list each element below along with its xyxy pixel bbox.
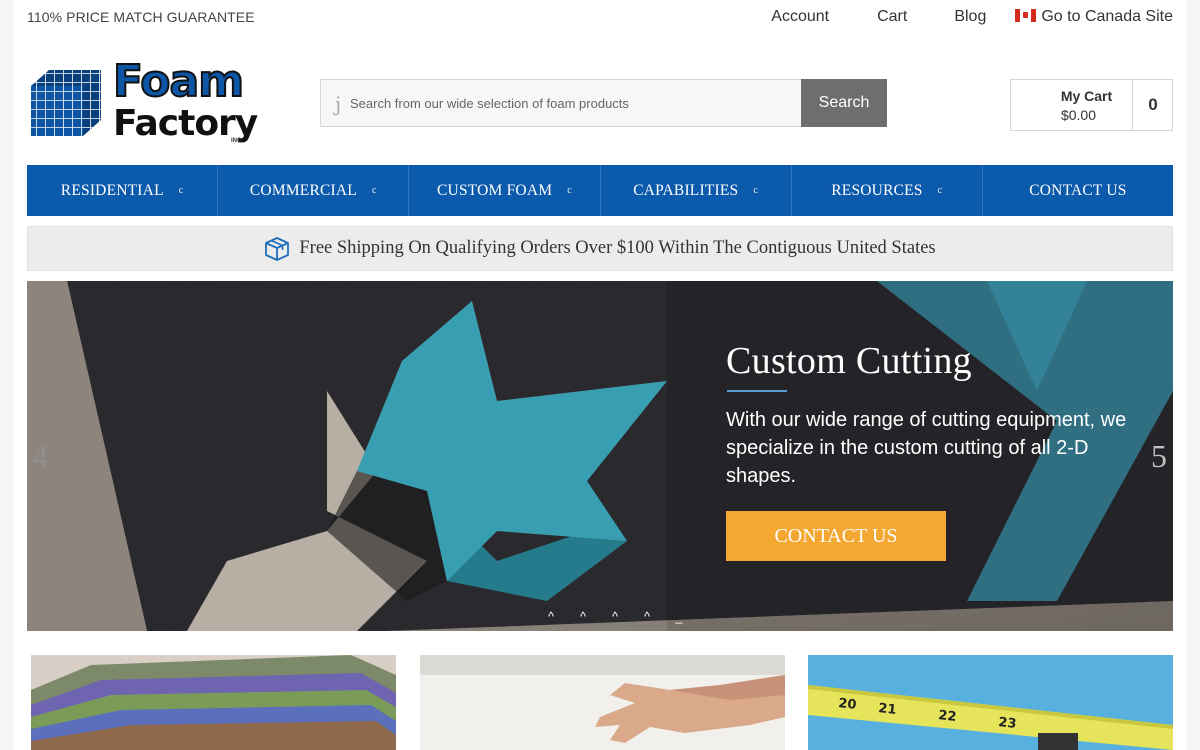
category-tile-custom-measure[interactable]: 20 21 22 23 [808,655,1173,750]
search-bar: j Search [320,79,887,127]
canada-site-link[interactable]: Go to Canada Site [1015,8,1173,26]
free-shipping-text: Free Shipping On Qualifying Orders Over … [299,238,936,258]
slider-prev-arrow[interactable]: 4 [32,438,48,475]
main-nav: RESIDENTIAL c COMMERCIAL c CUSTOM FOAM c CA… [27,165,1173,216]
nav-item-resources[interactable]: RESOURCES c [792,165,983,216]
mini-cart-count: 0 [1132,80,1173,130]
price-match-promo[interactable]: 110% PRICE MATCH GUARANTEE [27,9,255,25]
category-tile-memory-foam[interactable] [420,655,785,750]
chevron-down-icon: c [567,185,572,196]
logo-cube-icon [31,70,101,136]
svg-text:20: 20 [838,696,858,713]
nav-item-contact-us[interactable]: CONTACT US [983,165,1173,216]
nav-item-label: CUSTOM FOAM [437,181,553,199]
search-input[interactable] [349,80,799,126]
nav-item-label: RESIDENTIAL [60,181,164,199]
free-shipping-banner: Free Shipping On Qualifying Orders Over … [27,226,1173,271]
nav-item-residential[interactable]: RESIDENTIAL c [27,165,219,216]
mini-cart-label: My Cart [1060,88,1113,104]
tile-image-hand-on-foam [420,655,785,750]
mini-cart[interactable]: My Cart $0.00 0 [1010,79,1173,131]
svg-text:23: 23 [998,715,1018,732]
search-button[interactable]: Search [801,79,887,127]
canada-site-label: Go to Canada Site [1041,8,1173,25]
slider-dot[interactable]: ^ [577,609,589,624]
tile-image-tape-measure: 20 21 22 23 [808,655,1173,750]
hero-slider: Custom Cutting With our wide range of cu… [27,281,1173,631]
nav-item-label: CONTACT US [1029,181,1127,199]
page: 110% PRICE MATCH GUARANTEE Account Cart … [14,0,1186,750]
nav-item-label: RESOURCES [831,181,923,199]
top-bar: 110% PRICE MATCH GUARANTEE Account Cart … [27,0,1173,34]
svg-text:22: 22 [938,708,958,725]
search-icon: j [335,92,342,116]
nav-item-label: CAPABILITIES [633,181,739,199]
category-tile-fabric-foam[interactable] [31,655,396,750]
nav-item-commercial[interactable]: COMMERCIAL c [218,165,410,216]
mini-cart-total: $0.00 [1060,107,1097,123]
canada-flag-icon [1015,9,1037,22]
chevron-down-icon: c [371,185,377,196]
top-links: Account Cart Blog Go to Canada Site [771,8,1173,26]
slider-dot-active[interactable]: _ [673,609,685,624]
tile-image-stacked-cushions [31,655,396,750]
nav-item-capabilities[interactable]: CAPABILITIES c [601,165,792,216]
slider-next-arrow[interactable]: 5 [1151,438,1167,475]
nav-item-custom-foam[interactable]: CUSTOM FOAM c [409,165,601,216]
hero-contact-us-button[interactable]: CONTACT US [726,511,946,561]
slider-dot[interactable]: ^ [641,609,653,624]
logo-word-factory: Factory [113,103,258,144]
blog-link[interactable]: Blog [954,8,986,26]
cart-link[interactable]: Cart [877,8,907,26]
hero-title-underline [727,390,787,392]
logo-word-foam: Foam [112,56,245,107]
slider-dot[interactable]: ^ [609,609,621,624]
nav-item-label: COMMERCIAL [249,181,357,199]
box-icon [265,236,290,261]
svg-text:21: 21 [878,701,898,718]
chevron-down-icon: c [753,185,758,196]
hero-title: Custom Cutting [726,340,972,382]
account-link[interactable]: Account [771,8,829,26]
chevron-down-icon: c [178,185,184,196]
slider-pagination: ^ ^ ^ ^ _ [545,609,685,624]
hero-subtitle: With our wide range of cutting equipment… [726,409,1127,487]
foam-factory-logo[interactable]: Foam Factory INC. [27,56,258,152]
logo-inc: INC. [231,138,243,144]
slider-dot[interactable]: ^ [545,609,557,624]
chevron-down-icon: c [937,185,943,196]
logo-wordmark: Foam Factory [112,56,258,144]
